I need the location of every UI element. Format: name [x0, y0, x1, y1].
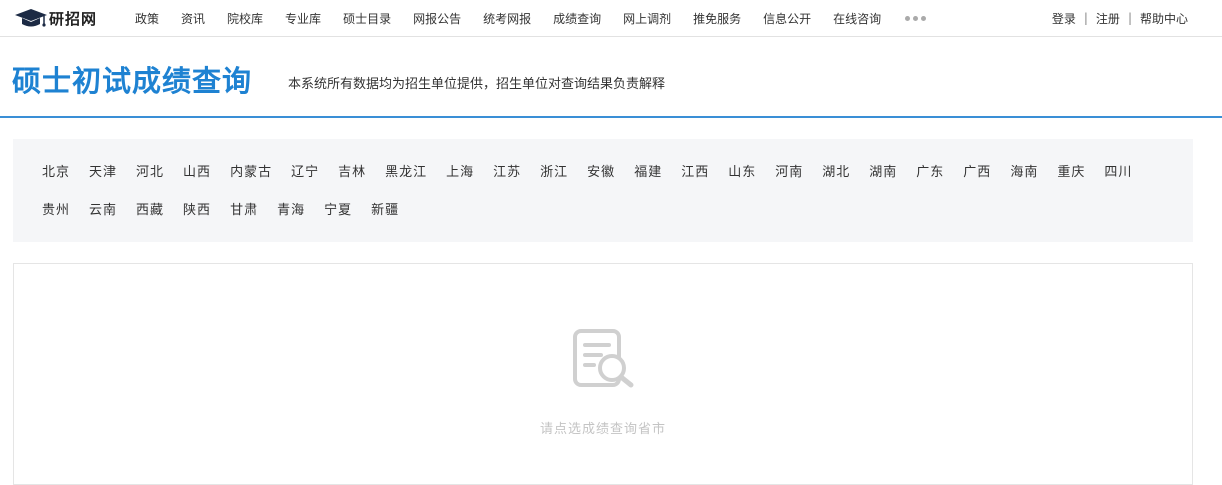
- page-header: 硕士初试成绩查询 本系统所有数据均为招生单位提供，招生单位对查询结果负责解释: [0, 37, 1222, 118]
- page-title: 硕士初试成绩查询: [12, 64, 253, 98]
- province-tianjin[interactable]: 天津: [89, 161, 117, 180]
- province-liaoning[interactable]: 辽宁: [291, 161, 319, 180]
- province-shanxi[interactable]: 山西: [183, 161, 211, 180]
- province-jiangxi[interactable]: 江西: [681, 161, 709, 180]
- help-center-link[interactable]: 帮助中心: [1140, 10, 1188, 27]
- more-dots-icon[interactable]: [905, 12, 929, 24]
- nav-item-registration-notice[interactable]: 网报公告: [413, 10, 461, 27]
- province-tibet[interactable]: 西藏: [136, 199, 164, 218]
- province-row: 北京 天津 河北 山西 内蒙古 辽宁 吉林 黑龙江 上海 江苏 浙江 安徽 福建…: [42, 160, 1151, 180]
- province-xinjiang[interactable]: 新疆: [371, 199, 399, 218]
- nav-item-online-consultation[interactable]: 在线咨询: [833, 10, 881, 27]
- top-navigation-bar: 研招网 政策 资讯 院校库 专业库 硕士目录 网报公告 统考网报 成绩查询 网上…: [0, 0, 1222, 37]
- province-guangxi[interactable]: 广西: [963, 161, 991, 180]
- province-hubei[interactable]: 湖北: [822, 161, 850, 180]
- province-guizhou[interactable]: 贵州: [42, 199, 70, 218]
- empty-state-message: 请点选成绩查询省市: [539, 422, 666, 437]
- site-logo-text: 研招网: [49, 9, 98, 28]
- province-gansu[interactable]: 甘肃: [230, 199, 258, 218]
- province-ningxia[interactable]: 宁夏: [324, 199, 352, 218]
- province-shanghai[interactable]: 上海: [446, 161, 474, 180]
- page-subtitle: 本系统所有数据均为招生单位提供，招生单位对查询结果负责解释: [288, 77, 666, 92]
- province-shandong[interactable]: 山东: [728, 161, 756, 180]
- province-shaanxi[interactable]: 陕西: [183, 199, 211, 218]
- nav-item-online-registration[interactable]: 统考网报: [483, 10, 531, 27]
- nav-item-master-catalog[interactable]: 硕士目录: [343, 10, 391, 27]
- province-selector: 北京 天津 河北 山西 内蒙古 辽宁 吉林 黑龙江 上海 江苏 浙江 安徽 福建…: [13, 139, 1193, 242]
- province-inner-mongolia[interactable]: 内蒙古: [230, 161, 272, 180]
- province-beijing[interactable]: 北京: [42, 161, 70, 180]
- register-link[interactable]: 注册: [1096, 10, 1120, 27]
- province-heilongjiang[interactable]: 黑龙江: [385, 161, 427, 180]
- nav-item-school-library[interactable]: 院校库: [227, 10, 263, 27]
- nav-item-information-disclosure[interactable]: 信息公开: [763, 10, 811, 27]
- nav-item-score-query[interactable]: 成绩查询: [553, 10, 601, 27]
- result-panel: 请点选成绩查询省市: [13, 263, 1193, 485]
- nav-item-major-library[interactable]: 专业库: [285, 10, 321, 27]
- province-sichuan[interactable]: 四川: [1104, 161, 1132, 180]
- province-anhui[interactable]: 安徽: [587, 161, 615, 180]
- graduation-cap-icon: [15, 9, 47, 27]
- province-guangdong[interactable]: 广东: [916, 161, 944, 180]
- province-jiangsu[interactable]: 江苏: [493, 161, 521, 180]
- province-fujian[interactable]: 福建: [634, 161, 662, 180]
- province-yunnan[interactable]: 云南: [89, 199, 117, 218]
- province-hainan[interactable]: 海南: [1010, 161, 1038, 180]
- login-link[interactable]: 登录: [1052, 10, 1076, 27]
- nav-item-online-adjustment[interactable]: 网上调剂: [623, 10, 671, 27]
- separator: |: [1127, 11, 1132, 25]
- user-links: 登录 | 注册 | 帮助中心: [1052, 0, 1188, 36]
- document-search-icon: [573, 329, 634, 388]
- province-henan[interactable]: 河南: [775, 161, 803, 180]
- nav-item-news[interactable]: 资讯: [181, 10, 205, 27]
- main-nav: 政策 资讯 院校库 专业库 硕士目录 网报公告 统考网报 成绩查询 网上调剂 推…: [124, 0, 929, 36]
- province-zhejiang[interactable]: 浙江: [540, 161, 568, 180]
- province-qinghai[interactable]: 青海: [277, 199, 305, 218]
- nav-item-policy[interactable]: 政策: [135, 10, 159, 27]
- separator: |: [1083, 11, 1088, 25]
- province-row: 贵州 云南 西藏 陕西 甘肃 青海 宁夏 新疆: [42, 198, 418, 218]
- province-hebei[interactable]: 河北: [136, 161, 164, 180]
- province-chongqing[interactable]: 重庆: [1057, 161, 1085, 180]
- nav-item-recommendation-service[interactable]: 推免服务: [693, 10, 741, 27]
- province-jilin[interactable]: 吉林: [338, 161, 366, 180]
- site-logo[interactable]: 研招网: [14, 7, 97, 29]
- province-hunan[interactable]: 湖南: [869, 161, 897, 180]
